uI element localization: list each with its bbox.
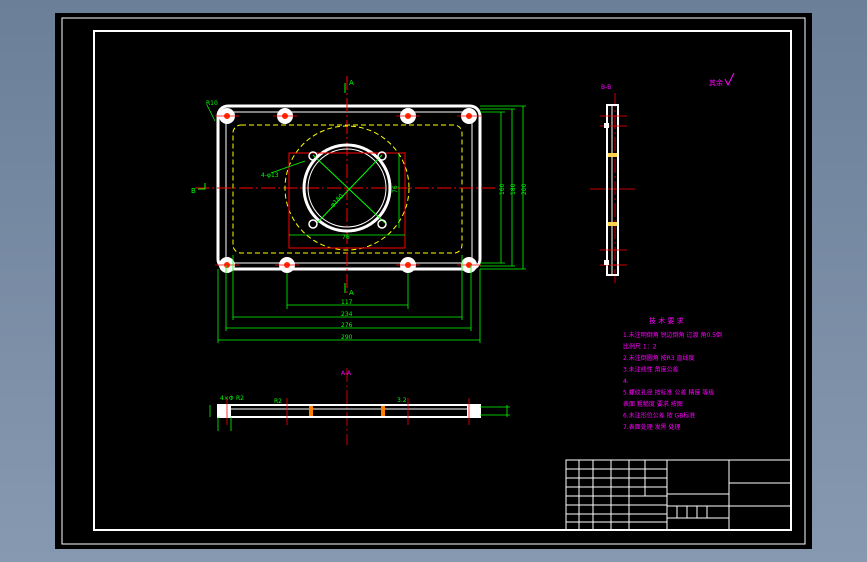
dim-290: 290 — [341, 334, 353, 341]
bore-diagonal-2 — [316, 154, 383, 224]
notes-line: 7.表面处理 发黑 处理 — [623, 423, 681, 431]
notes-line: 5.螺纹孔径 按标准 公差 精度 等级 — [623, 389, 714, 397]
cad-drawing-viewport[interactable]: R10 4-φ13 φ180 117 234 276 290 160 180 2… — [55, 13, 812, 549]
section-dim-b: R2 — [236, 395, 244, 402]
notes-line: 表面 粗糙度 要求 按图 — [623, 400, 683, 408]
cad-drawing: R10 4-φ13 φ180 117 234 276 290 160 180 2… — [61, 17, 806, 545]
section-dim-a: 4×Φ — [220, 395, 234, 402]
dim-bolt-holes: 4-φ13 — [261, 172, 279, 179]
plate-top-view — [195, 76, 495, 293]
notes-line: 1.未注明倒角 锐边倒角 过渡 角0.5倒 — [623, 331, 722, 339]
side-view-label: B-B — [601, 84, 611, 91]
notes-lines: 1.未注明倒角 锐边倒角 过渡 角0.5倒 比例尺 1：2 2.未注倒圆角 按R3… — [623, 331, 722, 431]
notes-line: 2.未注倒圆角 按R3 直线度 — [623, 354, 695, 362]
roughness-note: 其余 — [709, 78, 723, 87]
dim-234: 234 — [341, 311, 353, 318]
plate-dimensions — [206, 104, 526, 343]
dim-117: 117 — [341, 299, 353, 306]
dim-right-160: 160 — [499, 183, 506, 195]
section-label-b: B — [191, 187, 196, 195]
dim-center-vertical: 76 — [392, 185, 399, 193]
section-label-a-bottom: A — [349, 289, 354, 297]
notes-line: 6.未注形位公差 按 GB标准 — [623, 412, 695, 420]
notes-line: 3.未注线性 角度公差 — [623, 366, 679, 374]
plate-side-view: B-B — [590, 84, 635, 283]
section-dim-c: R2 — [274, 398, 282, 405]
outer-sheet-border — [61, 17, 806, 545]
dim-r10: R10 — [206, 100, 218, 107]
dim-right-200: 200 — [521, 183, 528, 195]
notes-title: 技 术 要 求 — [649, 316, 684, 325]
section-label-a-top: A — [349, 79, 354, 87]
section-dim-d: 3.2 — [397, 397, 407, 404]
dim-center-horizontal: 76 — [342, 234, 350, 241]
roughness-symbol — [724, 72, 735, 87]
plate-section-view: A-A 4×Φ R2 R2 3.2 — [209, 368, 510, 445]
section-view-label: A-A — [341, 370, 352, 377]
technical-notes: 技 术 要 求 1.未注明倒角 锐边倒角 过渡 角0.5倒 比例尺 1：2 2.未… — [623, 316, 722, 431]
notes-line: 比例尺 1：2 — [623, 343, 657, 351]
dim-right-180: 180 — [510, 183, 517, 195]
dim-276: 276 — [341, 322, 353, 329]
title-block — [565, 459, 792, 531]
notes-line: 4. — [623, 378, 629, 385]
dim-bore-diameter: φ180 — [329, 193, 345, 209]
